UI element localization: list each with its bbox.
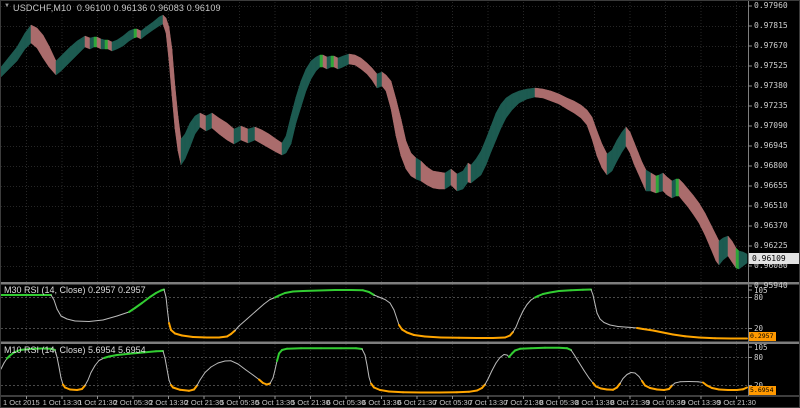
time-axis-label: 9 Oct 05:30 [646, 398, 685, 407]
time-axis-label: 5 Oct 05:30 [220, 398, 259, 407]
time-axis-label: 1 Oct 21:30 [78, 398, 117, 407]
time-axis-label: 1 Oct 13:30 [43, 398, 82, 407]
time-axis-label: 8 Oct 21:30 [611, 398, 650, 407]
current-price-tag: 0.96109 [749, 253, 799, 264]
price-axis-label: 0.97380 [754, 81, 800, 91]
time-axis-label: 7 Oct 21:30 [504, 398, 543, 407]
price-axis-label: 0.96945 [754, 141, 800, 151]
axis-ticks-group [27, 6, 753, 399]
time-axis-label: 9 Oct 21:30 [717, 398, 756, 407]
pane-dividers-group [1, 1, 800, 397]
mt4-chart-window: ▼ USDCHF,M10 0.96100 0.96136 0.96083 0.9… [0, 0, 800, 408]
time-axis-label: 6 Oct 13:30 [362, 398, 401, 407]
price-axis-label: 0.97090 [754, 121, 800, 131]
price-axis-label: 0.96800 [754, 161, 800, 171]
time-axis-label: 7 Oct 05:30 [433, 398, 472, 407]
chart-symbol-title: USDCHF,M10 0.96100 0.96136 0.96083 0.961… [13, 3, 221, 13]
time-axis-label: 8 Oct 05:30 [540, 398, 579, 407]
price-axis-label: 0.96225 [754, 241, 800, 251]
time-axis-label: 9 Oct 13:30 [682, 398, 721, 407]
indicator-scale-label: 105 [754, 343, 794, 352]
indicator-value-tag-m10: 5.6954 [749, 386, 776, 395]
rsi-line-group-0 [1, 290, 747, 339]
candle-band-group [1, 15, 747, 269]
indicator-value-tag-m30: 0.2957 [749, 332, 776, 341]
time-axis-label: 7 Oct 13:30 [469, 398, 508, 407]
time-axis-label: 6 Oct 21:30 [398, 398, 437, 407]
price-axis-label: 0.97235 [754, 101, 800, 111]
indicator-scale-label: 80 [754, 293, 794, 302]
time-axis-label: 8 Oct 13:30 [575, 398, 614, 407]
indicator-label-m10-rsi: M10 RSI (14, Close) 5.6954 5.6954 [4, 345, 146, 355]
price-axis-label: 0.97670 [754, 41, 800, 51]
time-axis-label: 2 Oct 21:30 [185, 398, 224, 407]
price-axis-label: 0.97815 [754, 21, 800, 31]
indicator-scale-label: 80 [754, 353, 794, 362]
indicator-label-m30-rsi: M30 RSI (14, Close) 0.2957 0.2957 [4, 285, 146, 295]
time-axis-label: 6 Oct 05:30 [327, 398, 366, 407]
time-axis-label: 2 Oct 13:30 [149, 398, 188, 407]
time-axis-label: 5 Oct 13:30 [256, 398, 295, 407]
price-axis-label: 0.97960 [754, 1, 800, 11]
price-axis-label: 0.96655 [754, 181, 800, 191]
time-axis-label: 1 Oct 2015 [3, 398, 40, 407]
price-axis-label: 0.96510 [754, 201, 800, 211]
price-axis-label: 0.97525 [754, 61, 800, 71]
chart-marker-icon: ▼ [4, 3, 10, 9]
time-axis-label: 2 Oct 05:30 [114, 398, 153, 407]
price-axis-label: 0.96370 [754, 221, 800, 231]
grid-group [1, 2, 748, 395]
time-axis-label: 5 Oct 21:30 [291, 398, 330, 407]
